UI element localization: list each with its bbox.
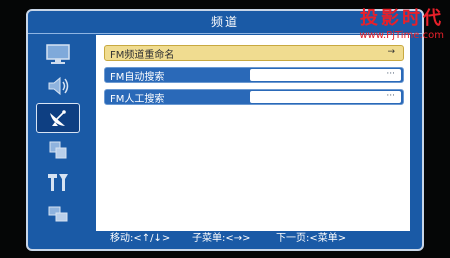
arrow-right-icon: → [387, 47, 395, 57]
menu-row-manual-search[interactable]: FM人工搜索 ··· [104, 89, 404, 105]
hint-submenu: 子菜单:<→> [192, 233, 251, 244]
monitor-icon [46, 44, 70, 64]
sidebar-item-picture[interactable] [36, 39, 80, 69]
sidebar-item-channel[interactable] [36, 103, 80, 133]
overlap-icon [48, 206, 68, 222]
satellite-icon [50, 110, 66, 126]
sidebar-item-layout[interactable] [36, 135, 80, 165]
menu-panel: FM频道重命名 → FM自动搜索 ··· FM人工搜索 ··· [96, 35, 410, 231]
osd-window: 频道 FM频道重命名 → FM自动搜索 ··· FM人工搜索 ··· 移动:<↑… [26, 9, 424, 251]
watermark-title: 投影时代 [360, 8, 444, 29]
watermark-logo: 投影时代 www.PjTime.com [359, 4, 444, 41]
menu-row-value: ··· [250, 91, 401, 103]
speaker-icon [48, 76, 69, 96]
menu-row-label: FM自动搜索 [110, 71, 165, 83]
footer-hints: 移动:<↑/↓> 子菜单:<→> 下一页:<菜单> [28, 229, 422, 249]
sidebar-item-sound[interactable] [36, 71, 80, 101]
menu-row-label: FM频道重命名 [110, 49, 175, 61]
hint-move: 移动:<↑/↓> [110, 233, 171, 244]
menu-row-auto-search[interactable]: FM自动搜索 ··· [104, 67, 404, 83]
sidebar-item-setup[interactable] [36, 167, 80, 197]
watermark-url: www.PjTime.com [359, 30, 444, 41]
sidebar [30, 35, 86, 231]
sidebar-item-other[interactable] [36, 199, 80, 229]
menu-row-label: FM人工搜索 [110, 93, 165, 105]
hint-next-page: 下一页:<菜单> [276, 233, 347, 244]
menu-row-value: ··· [250, 69, 401, 81]
menu-row-rename[interactable]: FM频道重命名 → [104, 45, 404, 61]
tools-icon [48, 174, 68, 191]
squares-icon [49, 141, 67, 159]
